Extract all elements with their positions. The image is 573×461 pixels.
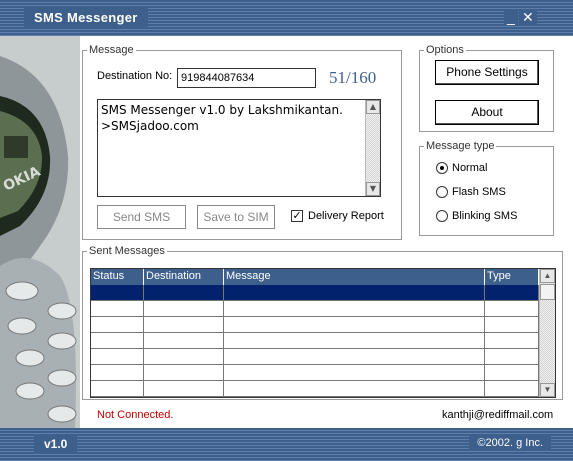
table-row[interactable] (91, 365, 539, 381)
scroll-down-icon[interactable]: ▼ (366, 182, 380, 196)
table-row[interactable] (91, 381, 539, 397)
table-cell (144, 317, 224, 332)
radio-blinking-sms[interactable] (436, 210, 448, 222)
table-cell (91, 381, 144, 396)
bottom-bar: v1.0 ©2002. g Inc. (0, 428, 573, 461)
message-text-line-1: SMS Messenger v1.0 by Lakshmikantan. (101, 103, 343, 117)
save-to-sim-button[interactable]: Save to SIM (197, 205, 275, 229)
table-cell (91, 349, 144, 364)
phone-settings-button[interactable]: Phone Settings (435, 60, 539, 85)
close-icon[interactable]: ✕ (519, 9, 537, 25)
message-textarea[interactable]: SMS Messenger v1.0 by Lakshmikantan. >SM… (97, 99, 381, 197)
table-cell (91, 365, 144, 380)
table-header: Status Destination Message Type (91, 269, 539, 285)
minimize-icon[interactable]: _ (504, 9, 518, 25)
table-cell (91, 285, 144, 300)
radio-normal[interactable] (436, 162, 448, 174)
table-cell (224, 333, 485, 348)
table-cell (485, 333, 539, 348)
table-cell (485, 381, 539, 396)
message-text-line-2: >SMSjadoo.com (101, 119, 199, 133)
table-cell (224, 285, 485, 300)
version-label: v1.0 (34, 435, 78, 453)
radio-normal-label: Normal (452, 162, 488, 174)
author-email: kanthji@rediffmail.com (442, 409, 554, 421)
table-cell (144, 301, 224, 316)
message-type-legend: Message type (426, 140, 495, 152)
about-button[interactable]: About (435, 100, 539, 125)
table-cell (91, 333, 144, 348)
table-cell (144, 285, 224, 300)
table-row[interactable] (91, 349, 539, 365)
column-header-message[interactable]: Message (224, 269, 485, 285)
table-cell (91, 317, 144, 332)
table-cell (224, 349, 485, 364)
main-form: Message Destination No: 51/160 SMS Messe… (80, 36, 573, 428)
table-scroll-down-icon[interactable]: ▼ (540, 383, 555, 397)
column-header-destination[interactable]: Destination (144, 269, 224, 285)
table-cell (144, 349, 224, 364)
table-row[interactable] (91, 301, 539, 317)
connection-status: Not Connected. (97, 409, 174, 421)
table-cell (485, 285, 539, 300)
table-row[interactable] (91, 333, 539, 349)
table-scrollbar[interactable]: ▲ ▼ (539, 269, 555, 397)
table-cell (485, 317, 539, 332)
options-legend: Options (426, 44, 464, 56)
column-header-status[interactable]: Status (91, 269, 144, 285)
radio-flash-sms-label: Flash SMS (452, 186, 506, 198)
table-cell (224, 301, 485, 316)
table-cell (144, 365, 224, 380)
column-header-type[interactable]: Type (485, 269, 539, 285)
table-cell (224, 381, 485, 396)
radio-selected-dot (440, 166, 444, 170)
table-cell (485, 301, 539, 316)
scroll-up-icon[interactable]: ▲ (366, 100, 380, 114)
table-cell (224, 317, 485, 332)
table-scroll-up-icon[interactable]: ▲ (540, 269, 555, 283)
radio-blinking-sms-label: Blinking SMS (452, 210, 518, 222)
destination-label: Destination No: (97, 70, 173, 82)
table-cell (91, 301, 144, 316)
destination-input[interactable] (177, 68, 316, 88)
title-bar: SMS Messenger _ ✕ (0, 0, 573, 36)
table-cell (485, 349, 539, 364)
table-cell (144, 381, 224, 396)
table-cell (144, 333, 224, 348)
send-sms-button[interactable]: Send SMS (97, 205, 186, 229)
delivery-report-label: Delivery Report (308, 210, 384, 222)
sent-messages-table[interactable]: Status Destination Message Type ▲ ▼ (90, 268, 556, 398)
message-scrollbar[interactable]: ▲ ▼ (365, 100, 380, 196)
message-legend: Message (89, 44, 134, 56)
sent-messages-legend: Sent Messages (89, 245, 165, 257)
phone-image: OKIA (0, 36, 80, 428)
table-cell (485, 365, 539, 380)
table-scroll-thumb[interactable] (540, 284, 555, 300)
delivery-report-checkbox[interactable]: ✓ (291, 210, 303, 222)
table-cell (224, 365, 485, 380)
radio-flash-sms[interactable] (436, 186, 448, 198)
character-counter: 51/160 (329, 68, 377, 87)
window-title: SMS Messenger (24, 8, 148, 27)
table-row[interactable] (91, 285, 539, 301)
copyright-label: ©2002. g Inc. (469, 435, 551, 451)
table-row[interactable] (91, 317, 539, 333)
